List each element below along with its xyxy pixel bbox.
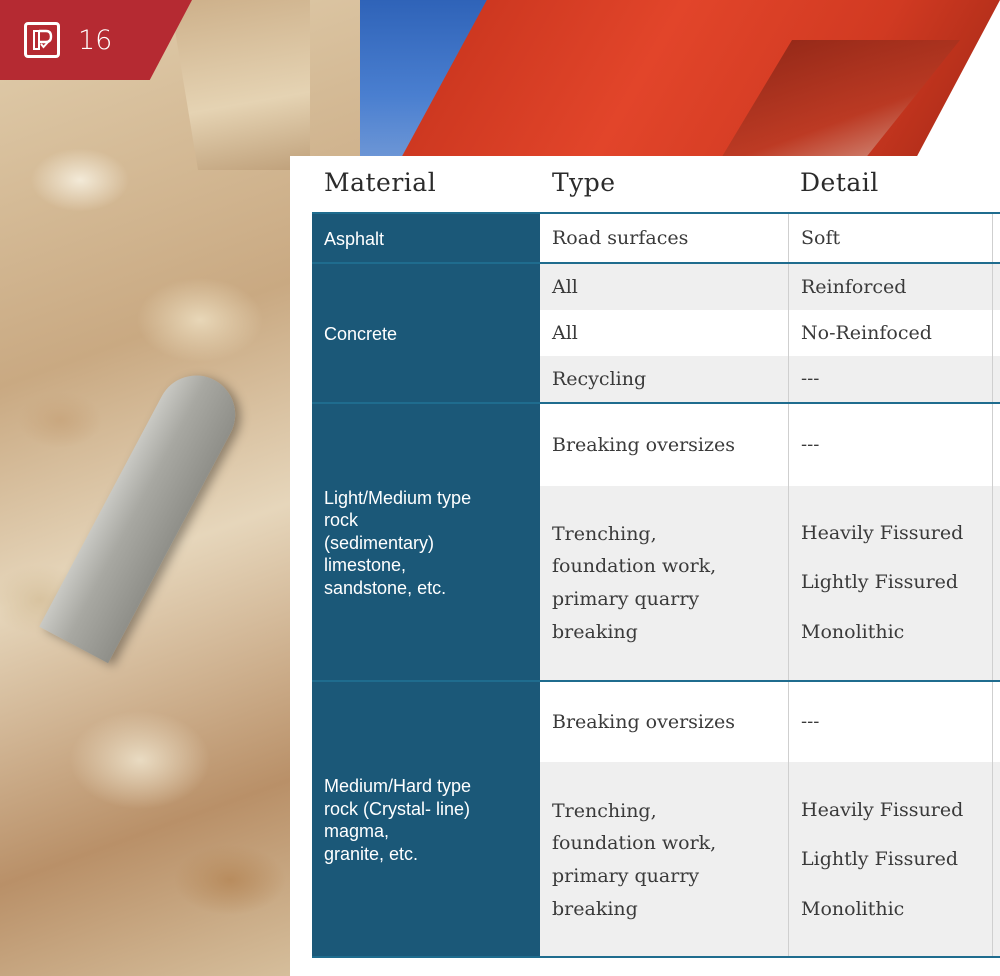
table-row: Trenching, foundation work, primary quar… (540, 762, 1000, 958)
header-type: Type (552, 168, 616, 197)
detail-cell: No-Reinfoced (788, 310, 992, 356)
brand-logo-icon (24, 22, 60, 58)
material-cell: Asphalt (312, 214, 540, 264)
type-cell: Road surfaces (552, 227, 689, 249)
table-row: Breaking oversizes --- (540, 404, 1000, 486)
table-row: Breaking oversizes --- (540, 682, 1000, 762)
type-cell: All (552, 322, 578, 344)
detail-cell: Heavily Fissured Lightly Fissured Monoli… (788, 486, 992, 680)
type-cell: All (552, 276, 578, 298)
detail-cell: Reinforced (788, 264, 992, 310)
material-cell: Medium/Hard type rock (Crystal- line) ma… (312, 682, 540, 958)
header-material: Material (324, 168, 437, 197)
detail-cell: --- (788, 356, 992, 402)
header-detail: Detail (800, 168, 879, 197)
detail-cell: Heavily Fissured Lightly Fissured Monoli… (788, 762, 992, 958)
page-number: 16 (78, 24, 113, 56)
table-header-row: Material Type Detail (290, 156, 1000, 212)
table-row: Recycling --- (540, 356, 1000, 402)
table-row: All No-Reinfoced (540, 310, 1000, 356)
detail-cell: --- (788, 404, 992, 486)
type-cell: Breaking oversizes (552, 434, 735, 456)
table-bottom-border (312, 956, 1000, 958)
type-cell: Trenching, foundation work, primary quar… (552, 799, 717, 920)
type-cell: Breaking oversizes (552, 711, 735, 733)
table-row: Road surfaces Soft (540, 214, 1000, 262)
table-group-concrete: Concrete All Reinforced All No-Reinfoced… (312, 262, 1000, 404)
table-row: Trenching, foundation work, primary quar… (540, 486, 1000, 680)
table-group-asphalt: Asphalt Road surfaces Soft (312, 212, 1000, 264)
material-cell: Light/Medium type rock (sedimentary) lim… (312, 404, 540, 682)
type-cell: Trenching, foundation work, primary quar… (552, 522, 717, 643)
table-group-medium-hard-rock: Medium/Hard type rock (Crystal- line) ma… (312, 680, 1000, 958)
materials-table: Material Type Detail Asphalt Road surfac… (290, 156, 1000, 976)
material-cell: Concrete (312, 264, 540, 404)
detail-cell: Soft (788, 214, 992, 262)
table-group-light-medium-rock: Light/Medium type rock (sedimentary) lim… (312, 402, 1000, 682)
table-row: All Reinforced (540, 264, 1000, 310)
detail-cell: --- (788, 682, 992, 762)
type-cell: Recycling (552, 368, 647, 390)
